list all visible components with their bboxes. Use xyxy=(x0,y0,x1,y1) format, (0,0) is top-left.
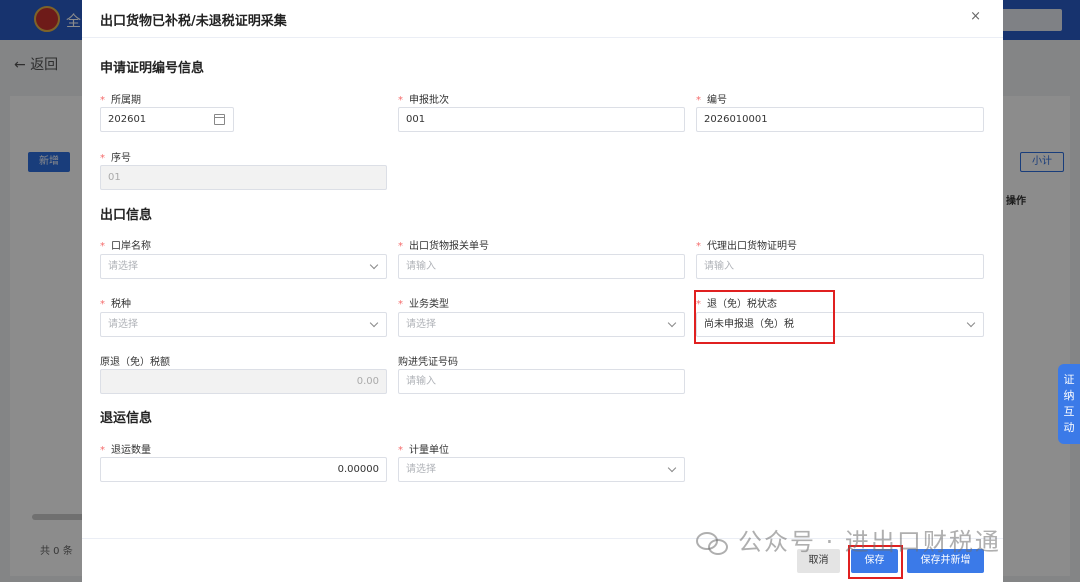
tax-type-label: * 税种 xyxy=(100,299,131,310)
seq-input: 01 xyxy=(100,165,387,190)
port-label: * 口岸名称 xyxy=(100,241,151,252)
biz-type-placeholder: 请选择 xyxy=(406,319,436,330)
biz-type-select[interactable]: 请选择 xyxy=(398,312,685,337)
unit-select[interactable]: 请选择 xyxy=(398,457,685,482)
watermark: 公众号 · 进出口财税通 xyxy=(696,522,1001,557)
chevron-down-icon xyxy=(667,463,677,473)
agent-placeholder: 请输入 xyxy=(704,261,734,272)
number-input[interactable]: 2026010001 xyxy=(696,107,984,132)
port-placeholder: 请选择 xyxy=(108,261,138,272)
number-value: 2026010001 xyxy=(704,114,768,125)
wechat-icon xyxy=(696,530,732,556)
section-return-info: 退运信息 xyxy=(100,411,153,426)
purchase-voucher-label: 购进凭证号码 xyxy=(398,357,458,368)
customs-input[interactable]: 请输入 xyxy=(398,254,685,279)
return-qty-label: * 退运数量 xyxy=(100,445,151,456)
number-label: * 编号 xyxy=(696,95,727,106)
period-date-picker[interactable]: 202601 xyxy=(100,107,234,132)
chevron-down-icon xyxy=(667,318,677,328)
unit-placeholder: 请选择 xyxy=(406,464,436,475)
unit-label: * 计量单位 xyxy=(398,445,449,456)
return-qty-input[interactable]: 0.00000 xyxy=(100,457,387,482)
customs-label: * 出口货物报关单号 xyxy=(398,241,489,252)
purchase-voucher-input[interactable]: 请输入 xyxy=(398,369,685,394)
seq-value: 01 xyxy=(108,172,121,183)
batch-label: * 申报批次 xyxy=(398,95,449,106)
orig-refund-label: 原退（免）税额 xyxy=(100,357,170,368)
biz-type-label: * 业务类型 xyxy=(398,299,449,310)
agent-input[interactable]: 请输入 xyxy=(696,254,984,279)
tax-type-select[interactable]: 请选择 xyxy=(100,312,387,337)
purchase-voucher-placeholder: 请输入 xyxy=(406,376,436,387)
port-select[interactable]: 请选择 xyxy=(100,254,387,279)
dialog-header: 出口货物已补税/未退税证明采集 × xyxy=(82,0,1003,38)
section-cert-info: 申请证明编号信息 xyxy=(100,61,205,76)
seq-label: * 序号 xyxy=(100,153,131,164)
orig-refund-value: 0.00 xyxy=(356,376,379,387)
watermark-text: 公众号 · 进出口财税通 xyxy=(738,528,1001,556)
period-label: * 所属期 xyxy=(100,95,141,106)
tax-type-placeholder: 请选择 xyxy=(108,319,138,330)
return-qty-value: 0.00000 xyxy=(337,464,379,475)
customs-placeholder: 请输入 xyxy=(406,261,436,272)
close-icon[interactable]: × xyxy=(970,9,981,24)
chevron-down-icon xyxy=(966,318,976,328)
period-value: 202601 xyxy=(108,114,147,125)
refund-status-highlight xyxy=(694,290,835,344)
agent-label: * 代理出口货物证明号 xyxy=(696,241,797,252)
certificate-dialog: 出口货物已补税/未退税证明采集 × 申请证明编号信息 * 所属期 202601 *… xyxy=(82,0,1003,582)
orig-refund-input: 0.00 xyxy=(100,369,387,394)
section-export-info: 出口信息 xyxy=(100,208,153,223)
chevron-down-icon xyxy=(369,260,379,270)
interaction-side-tab[interactable]: 证纳互动 xyxy=(1058,364,1080,444)
batch-input[interactable]: 001 xyxy=(398,107,685,132)
dialog-title: 出口货物已补税/未退税证明采集 xyxy=(100,14,287,29)
calendar-icon xyxy=(214,114,225,125)
batch-value: 001 xyxy=(406,114,426,125)
chevron-down-icon xyxy=(369,318,379,328)
side-tab-label: 证纳互动 xyxy=(1063,373,1075,434)
